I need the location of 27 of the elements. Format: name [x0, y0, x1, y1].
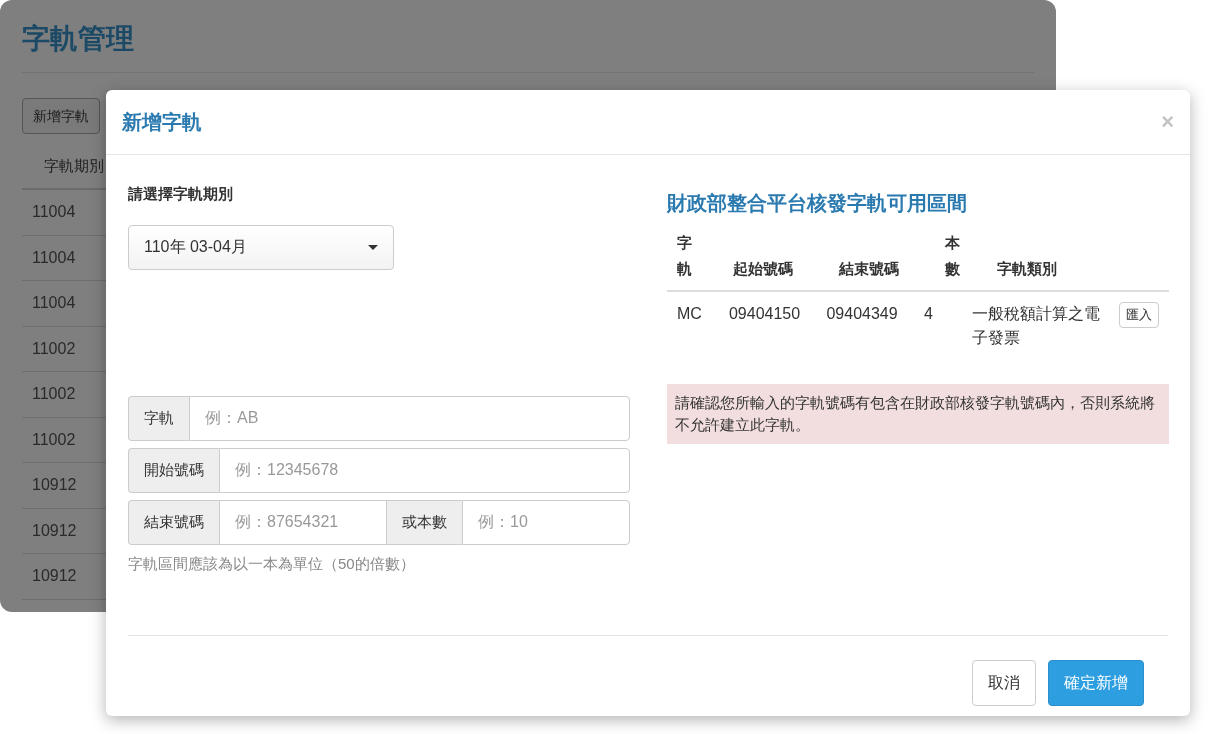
field-label: 結束號碼	[128, 499, 219, 545]
import-button[interactable]: 匯入	[1119, 302, 1159, 328]
table-cell-text: 4	[923, 304, 934, 324]
modal-title: 新增字軌	[122, 110, 202, 135]
input-field[interactable]: 例：12345678	[219, 447, 630, 493]
section-heading: 財政部整合平台核發字軌可用區間	[667, 191, 968, 216]
caret-icon	[368, 244, 378, 250]
table-cell-text: 09404349	[826, 304, 899, 324]
period-select[interactable]: 110年 03-04月	[128, 224, 394, 270]
input-field[interactable]: 例：AB	[189, 395, 630, 441]
field-label: 或本數	[387, 499, 462, 545]
column-header: 字軌	[677, 233, 693, 279]
input-field[interactable]: 例：10	[462, 499, 630, 545]
warning-alert: 請確認您所輸入的字軌號碼有包含在財政部核發字軌號碼內，否則系統將不允許建立此字軌。	[667, 384, 1169, 444]
cancel-button[interactable]: 取消	[972, 660, 1036, 706]
field-label: 開始號碼	[128, 447, 219, 493]
column-header: 本數	[945, 233, 961, 279]
column-header: 結束號碼	[839, 259, 900, 279]
table-cell-text: 09404150	[728, 304, 802, 324]
field-label: 字軌	[128, 395, 189, 441]
input-field[interactable]: 例：87654321	[219, 499, 387, 545]
table-cell-text: 一般稅額計算之電子發票	[972, 304, 1102, 348]
page-title: 字軌管理	[22, 18, 1034, 73]
table-cell-text: MC	[677, 304, 703, 324]
column-header: 起始號碼	[733, 259, 794, 279]
column-header: 字軌類別	[997, 259, 1058, 279]
add-button[interactable]: 新增字軌	[22, 98, 100, 134]
